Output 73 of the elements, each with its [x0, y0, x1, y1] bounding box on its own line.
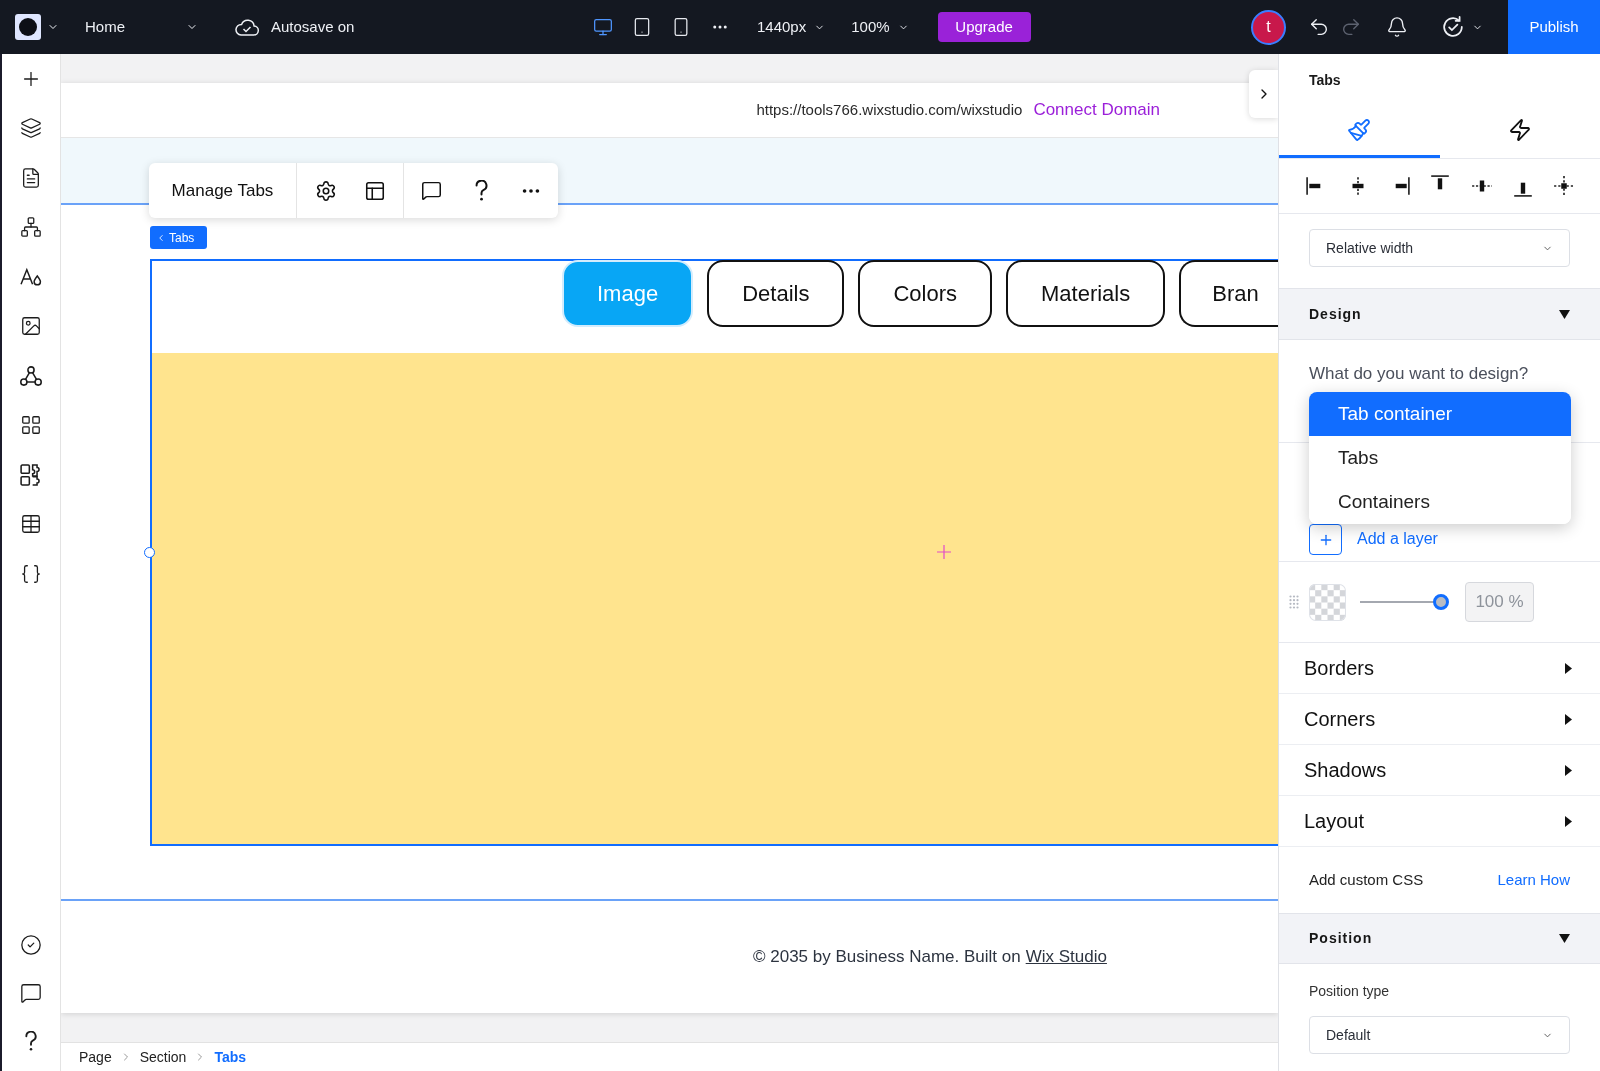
section-header[interactable]: Design [1279, 288, 1600, 340]
selection-badge[interactable]: Tabs [150, 226, 207, 249]
menu-item[interactable]: Tab container [1309, 392, 1571, 436]
plus-icon [937, 545, 951, 559]
custom-css-label: Add custom CSS [1309, 869, 1424, 890]
undo-icon[interactable] [1308, 16, 1330, 38]
sitemap-icon[interactable] [20, 216, 42, 239]
menu-item[interactable]: Tabs [1309, 436, 1571, 480]
center-crosshair-icon[interactable] [1552, 175, 1575, 197]
add-layer-link[interactable]: Add a layer [1357, 527, 1438, 551]
page-menu[interactable]: Home [85, 15, 198, 39]
layers-icon[interactable] [20, 117, 42, 140]
question-mark-icon[interactable] [24, 1031, 38, 1051]
lightning-icon[interactable] [1507, 117, 1532, 142]
bell-icon[interactable] [1386, 16, 1408, 38]
position-type-select[interactable]: Default [1309, 1016, 1570, 1054]
breadcrumb-item[interactable]: Section [137, 1046, 189, 1068]
user-avatar[interactable]: t [1251, 9, 1286, 45]
expandable-row[interactable]: Corners [1279, 694, 1600, 745]
expandable-row[interactable]: Borders [1279, 643, 1600, 694]
publish-button[interactable]: Publish [1508, 0, 1600, 54]
badge-label: Tabs [169, 229, 195, 247]
autosave-status: Autosave on [271, 16, 355, 37]
circular-arrow-check-icon[interactable] [1442, 16, 1464, 38]
tab[interactable]: Details [707, 260, 845, 327]
position-type-label: Position type [1309, 982, 1390, 1001]
drag-handle-icon[interactable] [1289, 595, 1299, 609]
check-circle-icon[interactable] [20, 934, 42, 956]
grid-icon[interactable] [20, 414, 42, 437]
tab[interactable]: Materials [1006, 260, 1166, 327]
tabs-widget[interactable]: Image Details Colors Materials Bran [150, 259, 1278, 846]
site-url: https://tools766.wixstudio.com/wixstudio [756, 99, 1023, 120]
menu-item[interactable]: Containers [1309, 480, 1571, 524]
comment-icon[interactable] [420, 180, 442, 201]
tab[interactable]: Bran [1179, 260, 1278, 327]
tablet-icon[interactable] [632, 17, 652, 37]
breadcrumb-item[interactable]: Tabs [212, 1046, 249, 1068]
page-icon[interactable] [20, 166, 42, 189]
checkerboard-swatch-icon[interactable] [1309, 583, 1346, 621]
design-question: What do you want to design? [1309, 363, 1529, 385]
manage-tabs-button[interactable]: Manage Tabs [149, 163, 297, 218]
panel-title: Tabs [1309, 71, 1341, 90]
image-icon[interactable] [20, 315, 42, 338]
upgrade-button[interactable]: Upgrade [937, 12, 1031, 42]
connected-nodes-icon[interactable] [20, 364, 42, 387]
logo-icon[interactable] [15, 14, 41, 40]
paintbrush-icon[interactable] [1347, 117, 1372, 142]
width-select[interactable]: Relative width [1309, 229, 1570, 267]
letter-a-droplet-icon[interactable] [20, 265, 42, 288]
resize-handle[interactable] [144, 547, 155, 558]
braces-icon[interactable] [20, 562, 42, 585]
breadcrumb-item[interactable]: Page [77, 1046, 114, 1068]
cloud-check-icon [234, 17, 260, 37]
table-icon[interactable] [20, 513, 42, 536]
opacity-slider-track[interactable] [1360, 594, 1449, 610]
connect-domain-link[interactable]: Connect Domain [1033, 97, 1160, 123]
question-mark-icon[interactable] [473, 180, 489, 201]
chevron-left-icon [156, 232, 166, 243]
blocks-icon[interactable] [20, 463, 42, 486]
section-header[interactable]: Position [1279, 913, 1600, 964]
slider-thumb[interactable] [1433, 594, 1449, 610]
footer-text: © 2035 by Business Name. Built on Wix Studio [753, 946, 1107, 969]
layout-icon[interactable] [363, 179, 386, 202]
canvas-width-menu[interactable]: 1440px [750, 15, 833, 39]
expandable-row[interactable]: Shadows [1279, 745, 1600, 796]
tab[interactable]: Colors [858, 260, 992, 327]
expandable-row[interactable]: Layout [1279, 796, 1600, 847]
comment-icon[interactable] [20, 982, 42, 1004]
wix-studio-link[interactable]: Wix Studio [1025, 947, 1107, 967]
desktop-icon[interactable] [593, 17, 613, 37]
learn-how-link[interactable]: Learn How [1497, 868, 1570, 892]
zoom-menu[interactable]: 100% [844, 15, 916, 39]
gear-icon[interactable] [314, 179, 337, 202]
